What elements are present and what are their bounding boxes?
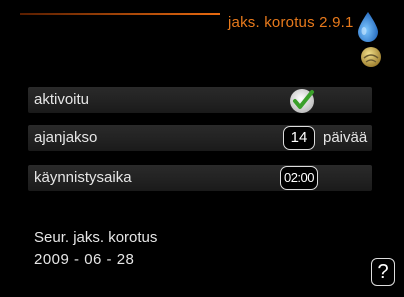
setting-label: käynnistysaika <box>34 169 132 186</box>
next-increase-label: Seur. jaks. korotus <box>34 229 158 246</box>
page-title: jaks. korotus 2.9.1 <box>228 14 354 31</box>
period-unit: päivää <box>323 129 368 146</box>
setting-row-aktivoitu[interactable]: aktivoitu <box>28 87 372 113</box>
water-drop-icon <box>358 12 378 42</box>
setting-row-kaynnistysaika[interactable]: käynnistysaika 02:00 <box>28 165 372 191</box>
checkmark-icon[interactable] <box>288 85 318 115</box>
period-value[interactable]: 14 <box>283 126 315 150</box>
setting-label: aktivoitu <box>34 91 90 108</box>
screen: jaks. korotus 2.9.1 aktivoitu ajanjakso … <box>0 0 404 297</box>
header-line <box>20 13 220 15</box>
start-time-value[interactable]: 02:00 <box>280 166 318 190</box>
setting-row-ajanjakso[interactable]: ajanjakso 14 päivää <box>28 125 372 151</box>
ball-icon <box>361 47 381 67</box>
setting-label: ajanjakso <box>34 129 98 146</box>
help-button[interactable]: ? <box>371 258 395 286</box>
next-increase-date: 2009 - 06 - 28 <box>34 251 135 268</box>
